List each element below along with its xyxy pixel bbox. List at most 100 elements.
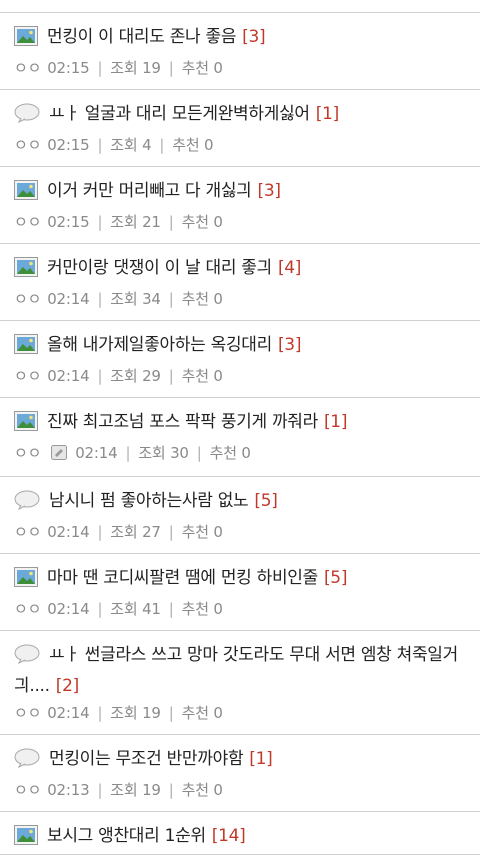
- meta-separator: |: [168, 781, 174, 799]
- post-title-line[interactable]: ㅛㅏ 썬글라스 쓰고 망마 갓도라도 무대 서면 엠창 쳐죽일거긔.... [2]: [14, 642, 466, 700]
- post-title-line[interactable]: ㅛㅏ 얼굴과 대리 모든게완벽하게싫어 [1]: [14, 101, 466, 132]
- view-count: 조회 29: [110, 367, 161, 385]
- list-item[interactable]: 커만이랑 댓쟁이 이 날 대리 좋긔 [4] ㅇㅇ 02:14 | 조회 34 | 추천 0: [0, 244, 480, 321]
- list-item[interactable]: 진짜 최고조넘 포스 팍팍 풍기게 까줘라 [1] ㅇㅇ 02:14 | 조회 30 | 추천…: [0, 398, 480, 477]
- author-name[interactable]: ㅇㅇ: [14, 134, 41, 156]
- comment-icon: [14, 103, 40, 132]
- post-title[interactable]: 올해 내가제일좋아하는 옥깅대리: [47, 335, 272, 355]
- comment-count: [3]: [277, 335, 302, 355]
- author-name[interactable]: ㅇㅇ: [14, 57, 41, 79]
- post-title-line[interactable]: 남시니 펌 좋아하는사람 없노 [5]: [14, 488, 466, 519]
- post-title[interactable]: 마마 땐 코디씨팔련 땜에 먼킹 하비인줄: [47, 568, 318, 588]
- comment-count: [1]: [315, 104, 339, 124]
- post-title[interactable]: 먼킹이는 무조건 반만까야함: [49, 749, 244, 769]
- meta-separator: |: [168, 704, 174, 722]
- meta-separator: |: [97, 136, 103, 154]
- image-icon: [14, 334, 38, 363]
- recommend-count: 추천 0: [181, 59, 223, 77]
- post-time: 02:14: [47, 600, 90, 618]
- view-count: 조회 19: [110, 781, 161, 799]
- meta-separator: |: [168, 59, 174, 77]
- recommend-count: 추천 0: [181, 781, 223, 799]
- post-title[interactable]: 이거 커만 머리빼고 다 개싫긔: [47, 181, 252, 201]
- post-title[interactable]: ㅛㅏ 썬글라스 쓰고 망마 갓도라도 무대 서면 엠창 쳐죽일거긔....: [14, 645, 458, 696]
- image-icon: [14, 257, 38, 286]
- recommend-count: 추천 0: [181, 367, 223, 385]
- view-count: 조회 19: [110, 704, 161, 722]
- meta-separator: |: [168, 367, 174, 385]
- meta-separator: |: [168, 290, 174, 308]
- post-meta: ㅇㅇ 02:14 | 조회 30 | 추천 0: [14, 442, 466, 476]
- post-title[interactable]: 진짜 최고조넘 포스 팍팍 풍기게 까줘라: [47, 412, 318, 432]
- post-meta: ㅇㅇ 02:15 | 조회 19 | 추천 0: [14, 57, 466, 89]
- list-item[interactable]: 먼킹이는 무조건 반만까야함 [1] ㅇㅇ 02:13 | 조회 19 | 추천 0: [0, 735, 480, 812]
- meta-separator: |: [196, 444, 202, 462]
- image-icon: [14, 180, 38, 209]
- post-title-line[interactable]: 마마 땐 코디씨팔련 땜에 먼킹 하비인줄 [5]: [14, 565, 466, 596]
- author-name[interactable]: ㅇㅇ: [14, 521, 41, 543]
- list-item[interactable]: 남시니 펌 좋아하는사람 없노 [5] ㅇㅇ 02:14 | 조회 27 | 추천 0: [0, 477, 480, 554]
- post-meta: ㅇㅇ 02:15 | 조회 4 | 추천 0: [14, 134, 466, 166]
- image-icon: [14, 411, 38, 440]
- meta-separator: |: [168, 523, 174, 541]
- list-item[interactable]: 먼킹이 이 대리도 존나 좋음 [3] ㅇㅇ 02:15 | 조회 19 | 추천 0: [0, 13, 480, 90]
- post-time: 02:14: [47, 523, 90, 541]
- post-time: 02:15: [47, 136, 90, 154]
- post-title[interactable]: ㅛㅏ 얼굴과 대리 모든게완벽하게싫어: [49, 104, 310, 124]
- comment-count: [3]: [242, 27, 266, 47]
- view-count: 조회 30: [138, 444, 189, 462]
- post-time: 02:15: [47, 213, 90, 231]
- comment-count: [5]: [323, 568, 348, 588]
- author-name[interactable]: ㅇㅇ: [14, 442, 41, 464]
- comment-count: [14]: [211, 826, 246, 846]
- recommend-count: 추천 0: [172, 136, 214, 154]
- author-name[interactable]: ㅇㅇ: [14, 288, 41, 310]
- meta-separator: |: [97, 523, 103, 541]
- meta-separator: |: [168, 213, 174, 231]
- recommend-count: 추천 0: [181, 213, 223, 231]
- recommend-count: 추천 0: [181, 600, 223, 618]
- post-time: 02:15: [47, 59, 90, 77]
- comment-icon: [14, 490, 40, 519]
- author-name[interactable]: ㅇㅇ: [14, 702, 41, 724]
- comment-count: [3]: [257, 181, 281, 201]
- list-item[interactable]: 올해 내가제일좋아하는 옥깅대리 [3] ㅇㅇ 02:14 | 조회 29 | 추천 0: [0, 321, 480, 398]
- list-item[interactable]: ㅛㅏ 썬글라스 쓰고 망마 갓도라도 무대 서면 엠창 쳐죽일거긔.... [2]…: [0, 631, 480, 735]
- image-icon: [14, 26, 38, 55]
- post-time: 02:14: [47, 704, 90, 722]
- attachment-icon: [51, 444, 68, 466]
- author-name[interactable]: ㅇㅇ: [14, 779, 41, 801]
- post-title-line[interactable]: 커만이랑 댓쟁이 이 날 대리 좋긔 [4]: [14, 255, 466, 286]
- list-item[interactable]: 마마 땐 코디씨팔련 땜에 먼킹 하비인줄 [5] ㅇㅇ 02:14 | 조회 41 | 추천…: [0, 554, 480, 631]
- author-name[interactable]: ㅇㅇ: [14, 598, 41, 620]
- post-title-line[interactable]: 보시그 앵찬대리 1순위 [14]: [14, 823, 466, 854]
- list-item[interactable]: 이거 커만 머리빼고 다 개싫긔 [3] ㅇㅇ 02:15 | 조회 21 | 추천 0: [0, 167, 480, 244]
- post-meta: ㅇㅇ 02:13 | 조회 19 | 추천 0: [14, 779, 466, 811]
- meta-separator: |: [97, 600, 103, 618]
- meta-separator: |: [97, 213, 103, 231]
- post-title[interactable]: 커만이랑 댓쟁이 이 날 대리 좋긔: [47, 258, 272, 278]
- list-item[interactable]: 보시그 앵찬대리 1순위 [14]: [0, 812, 480, 855]
- meta-separator: |: [125, 444, 131, 462]
- author-name[interactable]: ㅇㅇ: [14, 365, 41, 387]
- post-title[interactable]: 남시니 펌 좋아하는사람 없노: [49, 491, 249, 511]
- comment-count: [1]: [323, 412, 348, 432]
- post-meta: ㅇㅇ 02:14 | 조회 29 | 추천 0: [14, 365, 466, 397]
- post-title[interactable]: 보시그 앵찬대리 1순위: [47, 826, 206, 846]
- post-title-line[interactable]: 올해 내가제일좋아하는 옥깅대리 [3]: [14, 332, 466, 363]
- meta-separator: |: [97, 781, 103, 799]
- post-meta: ㅇㅇ 02:14 | 조회 41 | 추천 0: [14, 598, 466, 630]
- recommend-count: 추천 0: [181, 704, 223, 722]
- view-count: 조회 4: [110, 136, 152, 154]
- post-title[interactable]: 먼킹이 이 대리도 존나 좋음: [47, 27, 236, 47]
- comment-count: [4]: [277, 258, 302, 278]
- list-item[interactable]: ㅛㅏ 얼굴과 대리 모든게완벽하게싫어 [1] ㅇㅇ 02:15 | 조회 4 | 추천 0: [0, 90, 480, 167]
- recommend-count: 추천 0: [181, 523, 223, 541]
- post-title-line[interactable]: 이거 커만 머리빼고 다 개싫긔 [3]: [14, 178, 466, 209]
- post-time: 02:14: [47, 290, 90, 308]
- author-name[interactable]: ㅇㅇ: [14, 211, 41, 233]
- post-title-line[interactable]: 먼킹이 이 대리도 존나 좋음 [3]: [14, 24, 466, 55]
- post-title-line[interactable]: 진짜 최고조넘 포스 팍팍 풍기게 까줘라 [1]: [14, 409, 466, 440]
- post-meta: ㅇㅇ 02:15 | 조회 21 | 추천 0: [14, 211, 466, 243]
- post-title-line[interactable]: 먼킹이는 무조건 반만까야함 [1]: [14, 746, 466, 777]
